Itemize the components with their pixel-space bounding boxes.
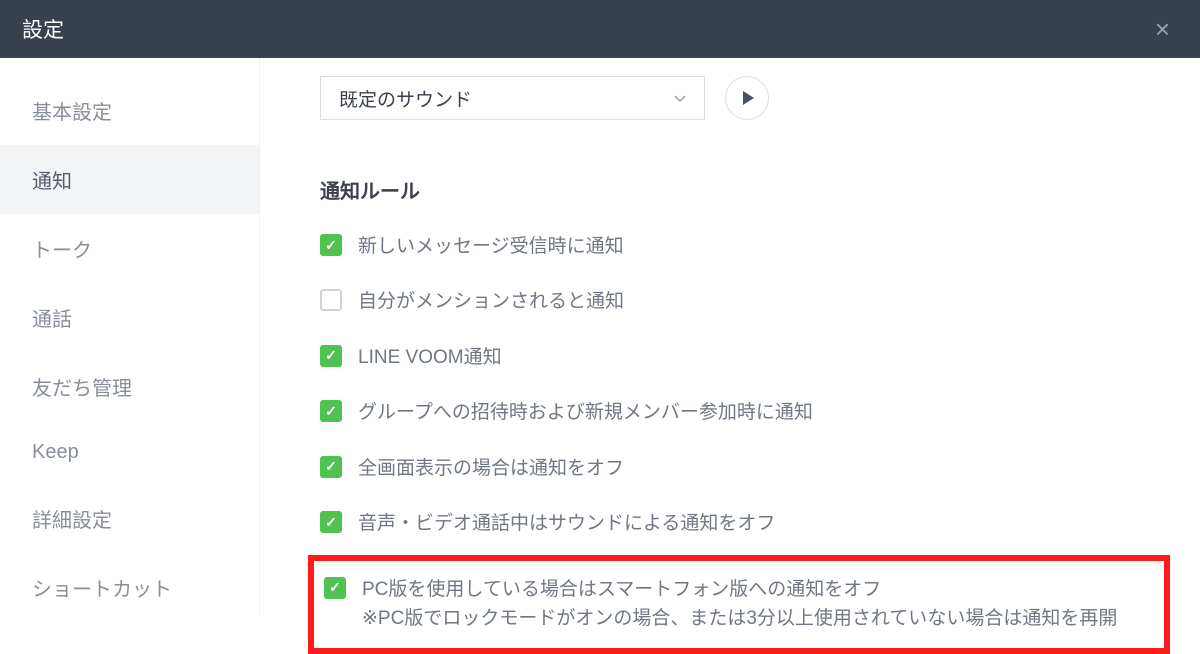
- rule-row: ✓ LINE VOOM通知: [320, 343, 1170, 372]
- rule-label: 全画面表示の場合は通知をオフ: [358, 454, 624, 483]
- sidebar-item-label: 詳細設定: [32, 510, 112, 532]
- sidebar-item-label: 通話: [32, 309, 72, 331]
- sidebar-item-basic[interactable]: 基本設定: [0, 76, 259, 145]
- checkbox-fullscreen-off[interactable]: ✓: [320, 456, 342, 478]
- sidebar-item-label: Keep: [32, 441, 79, 463]
- rule-row: ✓ 全画面表示の場合は通知をオフ: [320, 454, 1170, 483]
- rule-label: 新しいメッセージ受信時に通知: [358, 232, 624, 261]
- check-icon: ✓: [329, 579, 341, 596]
- check-icon: ✓: [325, 237, 337, 254]
- rule-label: 音声・ビデオ通話中はサウンドによる通知をオフ: [358, 509, 775, 538]
- sound-select[interactable]: 既定のサウンド: [320, 76, 705, 120]
- checkbox-pc-smartphone-off[interactable]: ✓: [324, 577, 346, 599]
- rule-label: 自分がメンションされると通知: [358, 287, 624, 316]
- rule-label: LINE VOOM通知: [358, 343, 502, 372]
- rule-row: ✓ 新しいメッセージ受信時に通知: [320, 232, 1170, 261]
- rule-row: ✓ PC版を使用している場合はスマートフォン版への通知をオフ ※PC版でロックモ…: [324, 575, 1150, 634]
- sidebar: 基本設定 通知 トーク 通話 友だち管理 Keep 詳細設定 ショートカット: [0, 58, 260, 614]
- rule-label: PC版を使用している場合はスマートフォン版への通知をオフ ※PC版でロックモード…: [362, 575, 1117, 634]
- sidebar-item-label: ショートカット: [32, 579, 172, 601]
- play-icon: [743, 91, 754, 105]
- checkbox-voom[interactable]: ✓: [320, 345, 342, 367]
- sidebar-item-keep[interactable]: Keep: [0, 421, 259, 484]
- sidebar-item-advanced[interactable]: 詳細設定: [0, 484, 259, 553]
- sidebar-item-talk[interactable]: トーク: [0, 214, 259, 283]
- highlight-box: ✓ PC版を使用している場合はスマートフォン版への通知をオフ ※PC版でロックモ…: [308, 555, 1170, 654]
- checkbox-group-invite[interactable]: ✓: [320, 400, 342, 422]
- sidebar-item-shortcuts[interactable]: ショートカット: [0, 553, 259, 622]
- settings-body: 基本設定 通知 トーク 通話 友だち管理 Keep 詳細設定 ショートカット 既…: [0, 58, 1200, 614]
- sidebar-item-label: 通知: [32, 171, 72, 193]
- sidebar-item-friends[interactable]: 友だち管理: [0, 352, 259, 421]
- checkbox-new-message[interactable]: ✓: [320, 234, 342, 256]
- sound-row: 既定のサウンド: [320, 76, 1170, 120]
- sidebar-item-label: 友だち管理: [32, 378, 132, 400]
- checkbox-mention[interactable]: [320, 289, 342, 311]
- settings-title: 設定: [22, 14, 64, 44]
- rule-row: ✓ グループへの招待時および新規メンバー参加時に通知: [320, 398, 1170, 427]
- content-panel: 既定のサウンド 通知ルール ✓ 新しいメッセージ受信時に通知 自分がメンションさ…: [260, 58, 1200, 614]
- sidebar-item-label: トーク: [32, 240, 92, 262]
- section-title-rules: 通知ルール: [320, 175, 1170, 204]
- check-icon: ✓: [325, 514, 337, 531]
- rule-label: グループへの招待時および新規メンバー参加時に通知: [358, 398, 813, 427]
- chevron-down-icon: [674, 87, 686, 109]
- play-button[interactable]: [725, 76, 769, 120]
- settings-header: 設定 ×: [0, 0, 1200, 58]
- rule-row: ✓ 音声・ビデオ通話中はサウンドによる通知をオフ: [320, 509, 1170, 538]
- check-icon: ✓: [325, 347, 337, 364]
- rule-row: 自分がメンションされると通知: [320, 287, 1170, 316]
- sound-select-value: 既定のサウンド: [339, 85, 472, 112]
- sidebar-item-notifications[interactable]: 通知: [0, 145, 259, 214]
- sidebar-item-label: 基本設定: [32, 102, 112, 124]
- checkbox-call-sound-off[interactable]: ✓: [320, 511, 342, 533]
- close-icon[interactable]: ×: [1147, 10, 1178, 49]
- sidebar-item-calls[interactable]: 通話: [0, 283, 259, 352]
- check-icon: ✓: [325, 403, 337, 420]
- check-icon: ✓: [325, 458, 337, 475]
